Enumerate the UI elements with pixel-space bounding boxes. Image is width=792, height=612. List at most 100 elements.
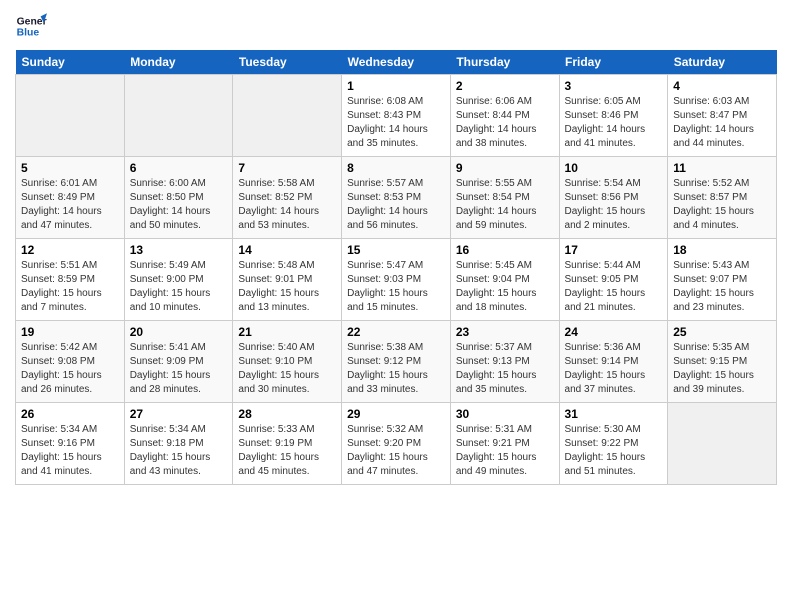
day-info: Sunrise: 5:49 AM Sunset: 9:00 PM Dayligh… [130,259,228,315]
day-number: 30 [456,407,554,421]
calendar-cell: 12 Sunrise: 5:51 AM Sunset: 8:59 PM Dayli… [16,239,125,321]
calendar-cell [16,75,125,157]
calendar-cell: 31Sunrise: 5:30 AM Sunset: 9:22 PM Dayli… [559,403,668,485]
calendar-cell: 11 Sunrise: 5:52 AM Sunset: 8:57 PM Dayli… [668,157,777,239]
day-info: Sunrise: 5:42 AM Sunset: 9:08 PM Dayligh… [21,341,119,397]
day-number: 24 [565,325,663,339]
day-number: 6 [130,161,228,175]
day-info: Sunrise: 6:05 AM Sunset: 8:46 PM Dayligh… [565,95,663,151]
header: General Blue [15,10,777,42]
calendar-cell: 16 Sunrise: 5:45 AM Sunset: 9:04 PM Dayli… [450,239,559,321]
day-number: 8 [347,161,445,175]
svg-text:Blue: Blue [17,28,40,39]
logo-icon: General Blue [15,10,47,42]
calendar-cell: 14Sunrise: 5:48 AM Sunset: 9:01 PM Dayli… [233,239,342,321]
day-info: Sunrise: 5:52 AM Sunset: 8:57 PM Dayligh… [673,177,771,233]
calendar-cell: 9 Sunrise: 5:55 AM Sunset: 8:54 PM Daylig… [450,157,559,239]
day-number: 14 [238,243,336,257]
day-number: 16 [456,243,554,257]
page-container: General Blue SundayMondayTuesdayWednesda… [0,0,792,495]
day-number: 25 [673,325,771,339]
calendar-cell: 28 Sunrise: 5:33 AM Sunset: 9:19 PM Dayli… [233,403,342,485]
day-info: Sunrise: 5:54 AM Sunset: 8:56 PM Dayligh… [565,177,663,233]
day-header-sunday: Sunday [16,50,125,75]
calendar-cell: 8 Sunrise: 5:57 AM Sunset: 8:53 PM Daylig… [342,157,451,239]
calendar-cell: 20Sunrise: 5:41 AM Sunset: 9:09 PM Dayli… [124,321,233,403]
calendar-header-row: SundayMondayTuesdayWednesdayThursdayFrid… [16,50,777,75]
day-info: Sunrise: 6:03 AM Sunset: 8:47 PM Dayligh… [673,95,771,151]
day-number: 17 [565,243,663,257]
calendar-cell: 21 Sunrise: 5:40 AM Sunset: 9:10 PM Dayli… [233,321,342,403]
day-info: Sunrise: 5:45 AM Sunset: 9:04 PM Dayligh… [456,259,554,315]
calendar-cell: 26 Sunrise: 5:34 AM Sunset: 9:16 PM Dayli… [16,403,125,485]
calendar-cell: 30Sunrise: 5:31 AM Sunset: 9:21 PM Dayli… [450,403,559,485]
day-number: 18 [673,243,771,257]
day-info: Sunrise: 5:32 AM Sunset: 9:20 PM Dayligh… [347,423,445,479]
calendar-week-row: 19 Sunrise: 5:42 AM Sunset: 9:08 PM Dayli… [16,321,777,403]
day-info: Sunrise: 5:40 AM Sunset: 9:10 PM Dayligh… [238,341,336,397]
day-info: Sunrise: 6:08 AM Sunset: 8:43 PM Dayligh… [347,95,445,151]
day-number: 23 [456,325,554,339]
day-header-friday: Friday [559,50,668,75]
calendar-cell: 13 Sunrise: 5:49 AM Sunset: 9:00 PM Dayli… [124,239,233,321]
day-header-monday: Monday [124,50,233,75]
day-header-thursday: Thursday [450,50,559,75]
day-info: Sunrise: 5:34 AM Sunset: 9:16 PM Dayligh… [21,423,119,479]
day-number: 10 [565,161,663,175]
day-info: Sunrise: 5:36 AM Sunset: 9:14 PM Dayligh… [565,341,663,397]
day-number: 29 [347,407,445,421]
day-info: Sunrise: 6:00 AM Sunset: 8:50 PM Dayligh… [130,177,228,233]
day-header-saturday: Saturday [668,50,777,75]
calendar-cell: 27 Sunrise: 5:34 AM Sunset: 9:18 PM Dayli… [124,403,233,485]
day-number: 1 [347,79,445,93]
day-number: 19 [21,325,119,339]
day-number: 2 [456,79,554,93]
calendar-week-row: 1 Sunrise: 6:08 AM Sunset: 8:43 PM Daylig… [16,75,777,157]
calendar-cell: 22Sunrise: 5:38 AM Sunset: 9:12 PM Dayli… [342,321,451,403]
day-number: 21 [238,325,336,339]
calendar-cell [668,403,777,485]
calendar-cell: 24 Sunrise: 5:36 AM Sunset: 9:14 PM Dayli… [559,321,668,403]
day-number: 4 [673,79,771,93]
day-number: 28 [238,407,336,421]
day-info: Sunrise: 6:06 AM Sunset: 8:44 PM Dayligh… [456,95,554,151]
calendar-cell [124,75,233,157]
day-number: 31 [565,407,663,421]
day-info: Sunrise: 5:34 AM Sunset: 9:18 PM Dayligh… [130,423,228,479]
day-number: 13 [130,243,228,257]
day-number: 11 [673,161,771,175]
day-info: Sunrise: 5:43 AM Sunset: 9:07 PM Dayligh… [673,259,771,315]
calendar-cell: 6 Sunrise: 6:00 AM Sunset: 8:50 PM Daylig… [124,157,233,239]
day-number: 26 [21,407,119,421]
calendar-cell: 4 Sunrise: 6:03 AM Sunset: 8:47 PM Daylig… [668,75,777,157]
calendar-cell: 29 Sunrise: 5:32 AM Sunset: 9:20 PM Dayli… [342,403,451,485]
day-number: 9 [456,161,554,175]
day-info: Sunrise: 5:57 AM Sunset: 8:53 PM Dayligh… [347,177,445,233]
day-number: 5 [21,161,119,175]
calendar-cell: 15Sunrise: 5:47 AM Sunset: 9:03 PM Dayli… [342,239,451,321]
day-info: Sunrise: 5:33 AM Sunset: 9:19 PM Dayligh… [238,423,336,479]
calendar-table: SundayMondayTuesdayWednesdayThursdayFrid… [15,50,777,485]
day-info: Sunrise: 5:38 AM Sunset: 9:12 PM Dayligh… [347,341,445,397]
calendar-cell: 1 Sunrise: 6:08 AM Sunset: 8:43 PM Daylig… [342,75,451,157]
day-header-tuesday: Tuesday [233,50,342,75]
calendar-cell: 19 Sunrise: 5:42 AM Sunset: 9:08 PM Dayli… [16,321,125,403]
calendar-cell: 18 Sunrise: 5:43 AM Sunset: 9:07 PM Dayli… [668,239,777,321]
calendar-cell: 17 Sunrise: 5:44 AM Sunset: 9:05 PM Dayli… [559,239,668,321]
calendar-cell: 3Sunrise: 6:05 AM Sunset: 8:46 PM Daylig… [559,75,668,157]
day-number: 12 [21,243,119,257]
day-info: Sunrise: 5:44 AM Sunset: 9:05 PM Dayligh… [565,259,663,315]
day-number: 20 [130,325,228,339]
day-header-wednesday: Wednesday [342,50,451,75]
calendar-cell: 2 Sunrise: 6:06 AM Sunset: 8:44 PM Daylig… [450,75,559,157]
calendar-week-row: 12 Sunrise: 5:51 AM Sunset: 8:59 PM Dayli… [16,239,777,321]
calendar-cell [233,75,342,157]
day-number: 7 [238,161,336,175]
day-info: Sunrise: 5:37 AM Sunset: 9:13 PM Dayligh… [456,341,554,397]
calendar-cell: 10 Sunrise: 5:54 AM Sunset: 8:56 PM Dayli… [559,157,668,239]
day-number: 27 [130,407,228,421]
day-info: Sunrise: 5:55 AM Sunset: 8:54 PM Dayligh… [456,177,554,233]
logo: General Blue [15,10,51,42]
calendar-cell: 7Sunrise: 5:58 AM Sunset: 8:52 PM Daylig… [233,157,342,239]
day-info: Sunrise: 5:51 AM Sunset: 8:59 PM Dayligh… [21,259,119,315]
